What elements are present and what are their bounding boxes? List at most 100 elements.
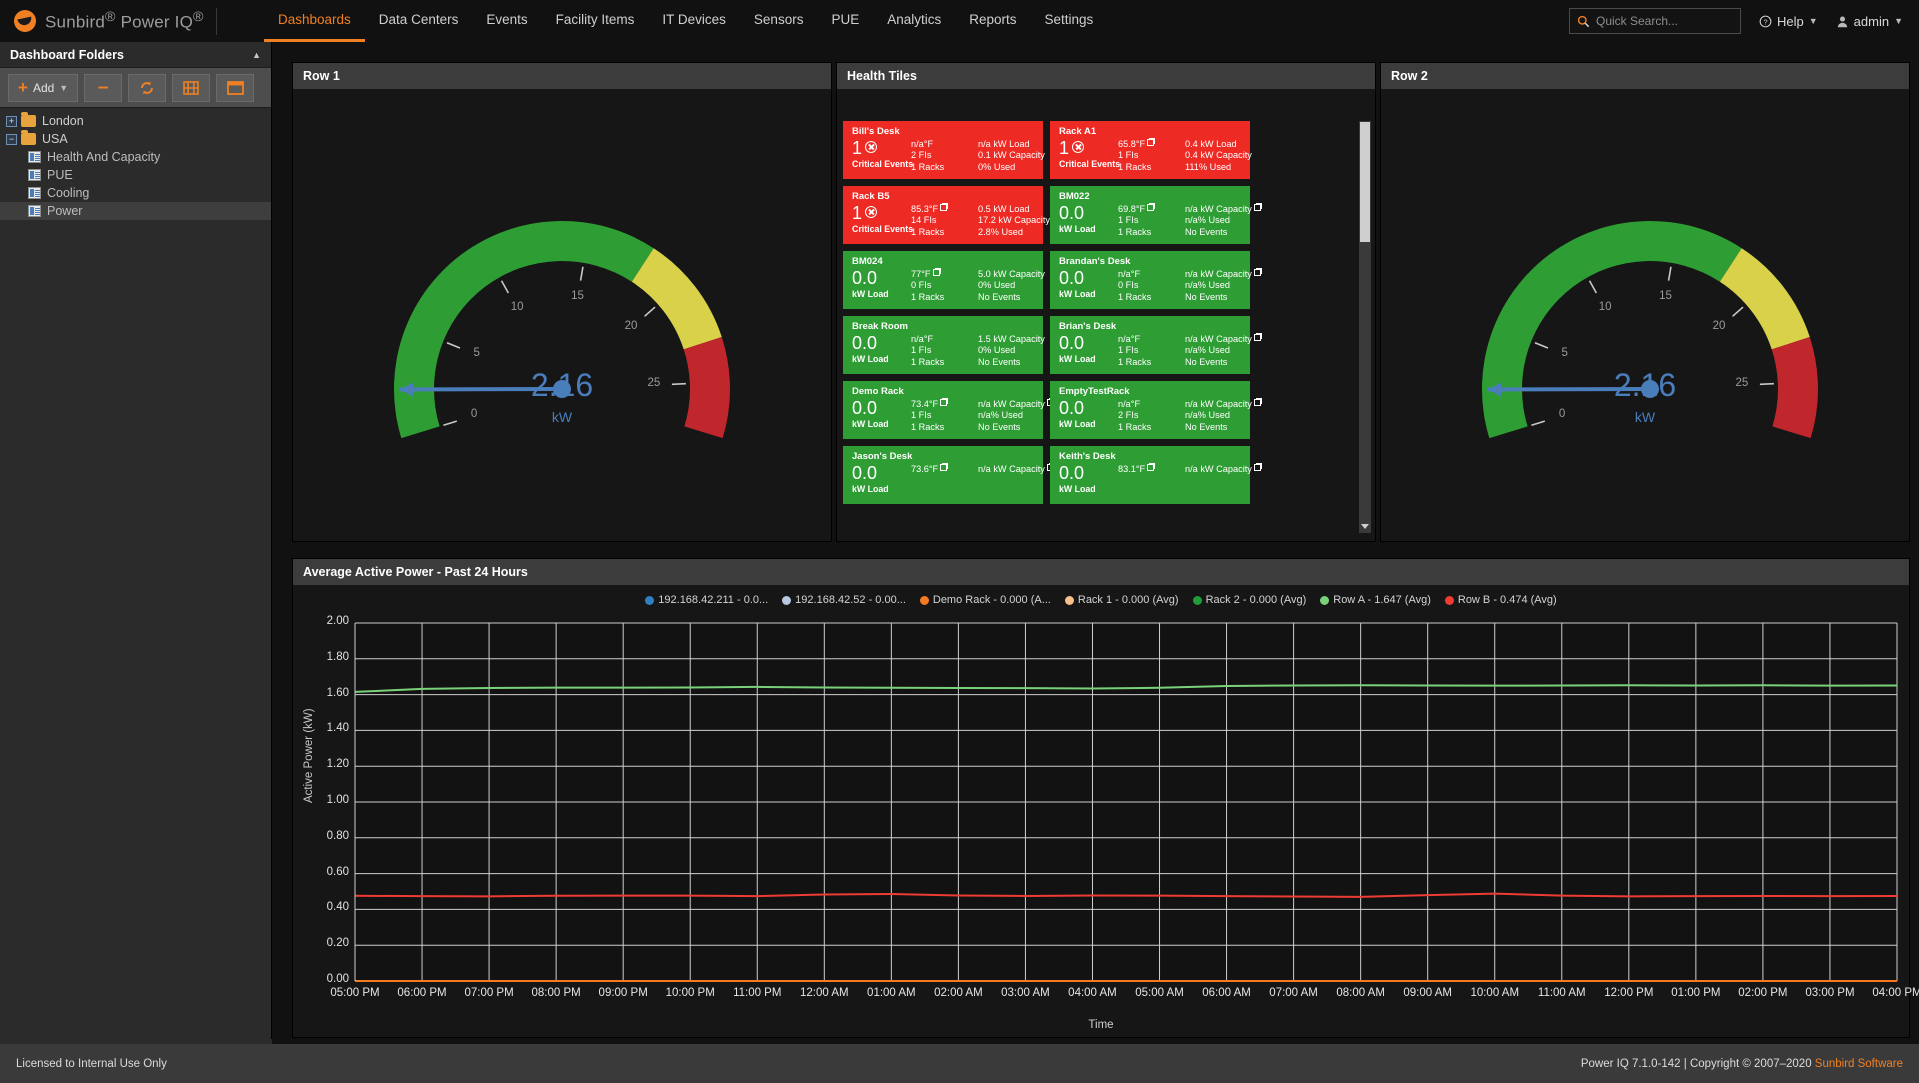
nav-item-events[interactable]: Events: [472, 0, 541, 42]
external-link-icon[interactable]: [940, 464, 947, 471]
brand-logo-area[interactable]: Sunbird® Power IQ®: [0, 8, 250, 35]
capacity-value: 17.2 kW Capacity: [978, 215, 1050, 225]
health-tiles-scrollbar[interactable]: [1359, 121, 1371, 533]
external-link-icon[interactable]: [933, 269, 940, 276]
gauge-svg-0: [293, 89, 831, 541]
nav-item-sensors[interactable]: Sensors: [740, 0, 818, 42]
fullscreen-button[interactable]: [216, 74, 254, 102]
x-axis-tick-label: 07:00 PM: [458, 987, 520, 999]
sidebar-item-london[interactable]: + London: [0, 112, 271, 130]
nav-item-pue[interactable]: PUE: [817, 0, 873, 42]
legend-item[interactable]: Rack 1 - 0.000 (Avg): [1065, 594, 1179, 606]
dashboard-icon: [28, 151, 41, 163]
legend-label: Demo Rack - 0.000 (A...: [933, 594, 1051, 606]
external-link-icon[interactable]: [1254, 269, 1261, 276]
health-tile-name: Brian's Desk: [1059, 321, 1242, 333]
temp-value: n/a°F: [1118, 399, 1140, 409]
sunbird-software-link[interactable]: Sunbird Software: [1815, 1058, 1903, 1070]
health-tile[interactable]: EmptyTestRack 0.0 kW Load n/a°F 2 FIs 1 …: [1050, 381, 1250, 439]
nav-item-settings[interactable]: Settings: [1031, 0, 1108, 42]
health-tile-racks: 1 Racks: [1118, 422, 1178, 434]
nav-item-facility-items[interactable]: Facility Items: [542, 0, 649, 42]
legend-item[interactable]: Rack 2 - 0.000 (Avg): [1193, 594, 1307, 606]
health-tile-value-label: Critical Events: [852, 224, 904, 235]
health-tile[interactable]: Demo Rack 0.0 kW Load 73.4°F 1 FIs 1 Rac…: [843, 381, 1043, 439]
x-axis-tick-label: 11:00 AM: [1531, 987, 1593, 999]
user-menu[interactable]: admin ▼: [1836, 14, 1903, 29]
external-link-icon[interactable]: [1147, 464, 1154, 471]
capacity-value: n/a kW Capacity: [1185, 334, 1252, 344]
scrollbar-thumb[interactable]: [1360, 122, 1370, 242]
sidebar-item-pue[interactable]: PUE: [0, 166, 271, 184]
add-button[interactable]: + Add ▼: [8, 74, 78, 102]
x-axis-tick-label: 02:00 PM: [1732, 987, 1794, 999]
external-link-icon[interactable]: [940, 399, 947, 406]
nav-item-reports[interactable]: Reports: [955, 0, 1030, 42]
panel-row-1: Row 1 05101520252.16kW: [292, 62, 832, 542]
expand-toggle-icon[interactable]: +: [6, 116, 17, 127]
sidebar-item-cooling[interactable]: Cooling: [0, 184, 271, 202]
legend-item[interactable]: 192.168.42.211 - 0.0...: [645, 594, 768, 606]
panel-chart-title: Average Active Power - Past 24 Hours: [303, 565, 528, 579]
chart-plot-area[interactable]: 0.000.200.400.600.801.001.201.401.601.80…: [293, 613, 1909, 1037]
search-input[interactable]: [1596, 14, 1728, 28]
health-tile[interactable]: Brandan's Desk 0.0 kW Load n/a°F 0 FIs 1…: [1050, 251, 1250, 309]
sidebar-item-power[interactable]: Power: [0, 202, 271, 220]
health-tile[interactable]: Jason's Desk 0.0 kW Load 73.6°F n/a kW C…: [843, 446, 1043, 504]
legend-label: 192.168.42.52 - 0.00...: [795, 594, 906, 606]
external-link-icon[interactable]: [1254, 464, 1261, 471]
health-tile[interactable]: Rack A1 1 Critical Events 65.8°F 1 FIs 1…: [1050, 121, 1250, 179]
external-link-icon[interactable]: [1147, 139, 1154, 146]
sidebar-item-label: London: [42, 114, 84, 128]
legend-item[interactable]: Row A - 1.647 (Avg): [1320, 594, 1431, 606]
nav-item-analytics[interactable]: Analytics: [873, 0, 955, 42]
quick-search-box[interactable]: [1569, 8, 1741, 34]
health-tile-name: Break Room: [852, 321, 1035, 333]
health-tile[interactable]: Brian's Desk 0.0 kW Load n/a°F 1 FIs 1 R…: [1050, 316, 1250, 374]
refresh-button[interactable]: [128, 74, 166, 102]
health-tile-name: BM024: [852, 256, 1035, 268]
health-tile-big-number: 0.0: [852, 463, 877, 483]
health-tile-used: n/a% Used: [1185, 345, 1261, 357]
chevron-down-icon: ▼: [1894, 16, 1903, 26]
gauge-row-1[interactable]: 05101520252.16kW: [293, 89, 831, 541]
temp-value: 83.1°F: [1118, 464, 1145, 474]
external-link-icon[interactable]: [1254, 399, 1261, 406]
nav-item-data-centers[interactable]: Data Centers: [365, 0, 473, 42]
health-tile[interactable]: BM022 0.0 kW Load 69.8°F 1 FIs 1 Racks n…: [1050, 186, 1250, 244]
dashboard-icon: [28, 169, 41, 181]
legend-item[interactable]: 192.168.42.52 - 0.00...: [782, 594, 906, 606]
external-link-icon[interactable]: [1147, 204, 1154, 211]
sidebar-item-label: PUE: [47, 168, 73, 182]
scroll-down-arrow-icon[interactable]: [1361, 524, 1369, 529]
external-link-icon[interactable]: [1254, 334, 1261, 341]
collapse-toggle-icon[interactable]: −: [6, 134, 17, 145]
health-tile[interactable]: Keith's Desk 0.0 kW Load 83.1°F n/a kW C…: [1050, 446, 1250, 504]
dashboard-icon: [28, 187, 41, 199]
health-tile[interactable]: Break Room 0.0 kW Load n/a°F 1 FIs 1 Rac…: [843, 316, 1043, 374]
external-link-icon[interactable]: [940, 204, 947, 211]
remove-button[interactable]: –: [84, 74, 122, 102]
health-tile-temperature: 69.8°F: [1118, 204, 1178, 216]
external-link-icon[interactable]: [1254, 204, 1261, 211]
nav-item-it-devices[interactable]: IT Devices: [648, 0, 740, 42]
legend-item[interactable]: Row B - 0.474 (Avg): [1445, 594, 1557, 606]
legend-color-swatch: [1065, 596, 1074, 605]
health-tile-fis: 2 FIs: [1118, 410, 1178, 422]
slideshow-button[interactable]: [172, 74, 210, 102]
critical-events-icon: [865, 141, 877, 153]
collapse-panel-icon[interactable]: ▲: [252, 50, 261, 60]
legend-label: Row B - 0.474 (Avg): [1458, 594, 1557, 606]
help-menu[interactable]: ? Help ▼: [1759, 14, 1818, 29]
sidebar-item-usa[interactable]: −USA: [0, 130, 271, 148]
sidebar-item-health-and-capacity[interactable]: Health And Capacity: [0, 148, 271, 166]
gauge-row-2[interactable]: 05101520252.16kW: [1381, 89, 1909, 541]
legend-label: 192.168.42.211 - 0.0...: [658, 594, 768, 606]
health-tile[interactable]: Rack B5 1 Critical Events 85.3°F 14 FIs …: [843, 186, 1043, 244]
health-tile[interactable]: Bill's Desk 1 Critical Events n/a°F 2 FI…: [843, 121, 1043, 179]
nav-item-dashboards[interactable]: Dashboards: [264, 0, 365, 42]
x-axis-tick-label: 03:00 PM: [1799, 987, 1861, 999]
legend-item[interactable]: Demo Rack - 0.000 (A...: [920, 594, 1051, 606]
health-tile[interactable]: BM024 0.0 kW Load 77°F 0 FIs 1 Racks 5.0…: [843, 251, 1043, 309]
add-button-label: Add: [33, 81, 54, 95]
